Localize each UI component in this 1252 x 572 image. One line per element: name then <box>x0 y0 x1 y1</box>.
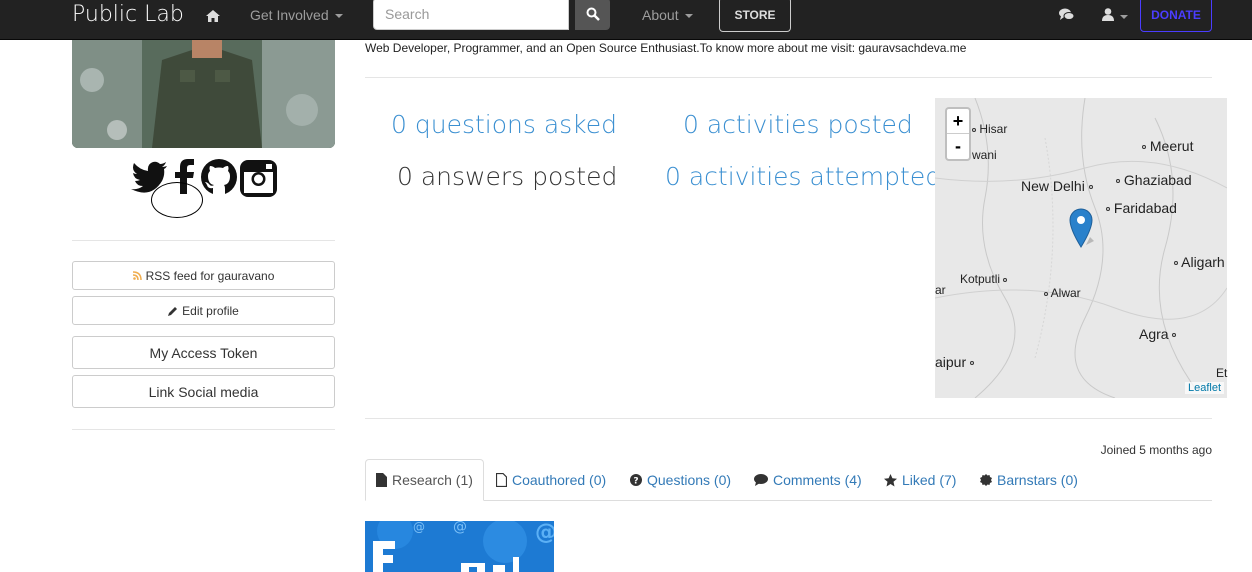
home-icon[interactable] <box>206 9 220 25</box>
map-label-hisar: Hisar <box>972 122 1007 136</box>
chevron-down-icon <box>684 14 693 19</box>
tab-coauthored[interactable]: Coauthored (0) <box>496 459 606 501</box>
instagram-icon[interactable] <box>240 160 277 202</box>
link-social-media-button[interactable]: Link Social media <box>72 375 335 408</box>
tab-questions-label: Questions (0) <box>647 472 732 488</box>
pencil-icon <box>168 306 178 316</box>
map-label-et: Et <box>1216 366 1228 380</box>
map-label-jaipur: aipur <box>935 354 975 370</box>
profile-bio: Web Developer, Programmer, and an Open S… <box>365 41 967 55</box>
get-involved-label: Get Involved <box>250 7 329 23</box>
rss-icon <box>132 271 142 280</box>
tab-comments[interactable]: Comments (4) <box>754 459 862 501</box>
zoom-out-button[interactable]: - <box>947 134 969 159</box>
chevron-down-icon <box>1120 14 1128 19</box>
map-label-agra: Agra <box>1139 326 1177 342</box>
tab-comments-label: Comments (4) <box>773 472 862 488</box>
map-marker-icon[interactable] <box>1068 207 1096 254</box>
tab-research[interactable]: Research (1) <box>365 459 484 501</box>
file-icon <box>376 473 387 487</box>
activities-posted-link[interactable]: 0 activities posted <box>683 110 913 139</box>
about-label: About <box>642 7 679 23</box>
questions-asked-link[interactable]: 0 questions asked <box>391 110 617 139</box>
svg-text:?: ? <box>633 477 638 487</box>
search-button[interactable] <box>575 0 610 30</box>
leaflet-attribution-link[interactable]: Leaflet <box>1185 382 1225 394</box>
svg-text:@: @ <box>535 521 554 545</box>
comment-icon <box>754 474 768 486</box>
user-icon <box>1102 8 1114 21</box>
comments-icon[interactable] <box>1059 8 1075 26</box>
search-icon <box>586 7 600 21</box>
svg-text:@: @ <box>453 521 467 535</box>
chevron-down-icon <box>334 14 343 19</box>
tab-research-label: Research (1) <box>392 472 473 488</box>
access-token-button[interactable]: My Access Token <box>72 336 335 369</box>
divider <box>365 77 1212 78</box>
get-involved-menu[interactable]: Get Involved <box>250 7 343 23</box>
tab-coauthored-label: Coauthored (0) <box>512 472 607 488</box>
map-label-bhiwani: wani <box>972 148 997 162</box>
search-input[interactable] <box>373 0 569 30</box>
profile-photo <box>72 40 335 148</box>
edit-profile-button[interactable]: Edit profile <box>72 296 335 325</box>
tab-questions[interactable]: ? Questions (0) <box>630 459 731 501</box>
answers-posted-stat: 0 answers posted <box>397 162 618 191</box>
top-navbar: Public Lab Get Involved About STORE DONA… <box>0 0 1252 40</box>
svg-text:@: @ <box>413 521 425 534</box>
about-menu[interactable]: About <box>642 7 693 23</box>
map-label-new-delhi: New Delhi <box>1021 178 1093 194</box>
store-button[interactable]: STORE <box>719 0 791 32</box>
map-label-faridabad: Faridabad <box>1106 200 1177 216</box>
research-note-thumbnail[interactable]: @ @ @ <box>365 521 554 572</box>
divider <box>72 240 335 241</box>
profile-tabs: Research (1) Coauthored (0) ? Questions … <box>365 459 1212 501</box>
file-outline-icon <box>496 473 507 487</box>
edit-profile-label: Edit profile <box>182 303 239 318</box>
map-label-ar: ar <box>935 283 946 297</box>
user-menu[interactable] <box>1102 8 1128 26</box>
map-label-kotputli: Kotputli <box>960 272 1008 286</box>
cursor-highlight <box>151 182 203 218</box>
activities-attempted-link[interactable]: 0 activities attempted <box>665 162 941 191</box>
certificate-icon <box>980 474 992 486</box>
tab-liked[interactable]: Liked (7) <box>884 459 956 501</box>
rss-feed-button[interactable]: RSS feed for gauravano <box>72 261 335 290</box>
map-label-ghaziabad: Ghaziabad <box>1116 172 1192 188</box>
tab-barnstars[interactable]: Barnstars (0) <box>980 459 1078 501</box>
map-zoom-control: + - <box>945 107 971 161</box>
map-label-alwar: Alwar <box>1044 286 1081 300</box>
star-icon <box>884 473 897 486</box>
map-label-aligarh: Aligarh <box>1174 254 1225 270</box>
zoom-in-button[interactable]: + <box>947 109 969 134</box>
divider <box>72 429 335 430</box>
question-circle-icon: ? <box>630 474 642 486</box>
divider <box>365 418 1212 419</box>
brand-logo[interactable]: Public Lab <box>72 2 184 27</box>
joined-date: Joined 5 months ago <box>1100 443 1212 457</box>
github-icon[interactable] <box>200 158 238 201</box>
tab-barnstars-label: Barnstars (0) <box>997 472 1078 488</box>
donate-button[interactable]: DONATE <box>1140 0 1212 32</box>
tab-liked-label: Liked (7) <box>902 472 957 488</box>
map-label-meerut: Meerut <box>1142 138 1193 154</box>
rss-feed-label: RSS feed for gauravano <box>145 268 275 283</box>
